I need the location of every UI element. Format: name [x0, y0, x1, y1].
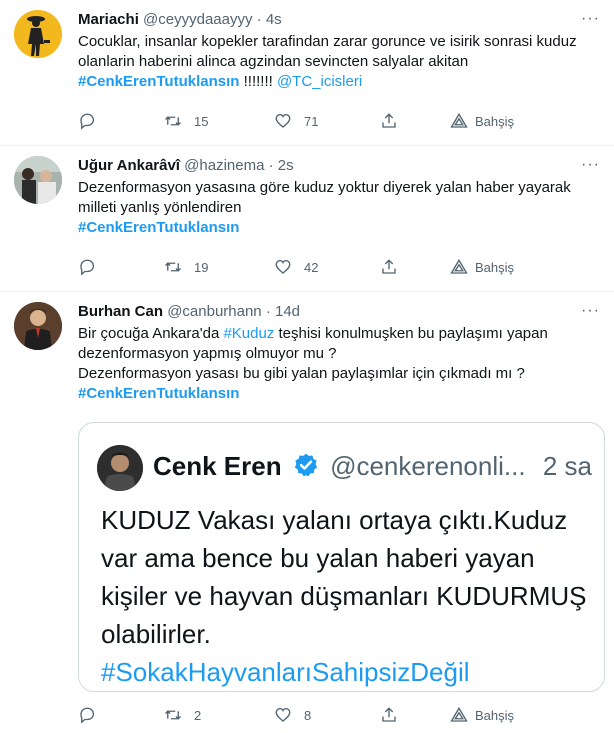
- tip-label: Bahşiş: [475, 259, 515, 275]
- avatar-silhouette-icon: [14, 10, 62, 58]
- share-icon: [382, 113, 396, 128]
- tweet-header: Mariachi @ceyyydaaayyy · 4s: [78, 10, 600, 30]
- tweet-body-a: Bir çocuğa Ankara'da: [78, 325, 224, 342]
- more-options-icon[interactable]: ···: [581, 10, 600, 28]
- action-bar: 15 71 Bahşiş: [78, 112, 600, 132]
- avatar-photo-icon: [14, 156, 62, 204]
- hashtag-link[interactable]: #CenkErenTutuklansın: [78, 219, 239, 236]
- reply-button[interactable]: [78, 706, 96, 724]
- tweet-body: Cocuklar, insanlar kopekler tarafindan z…: [78, 33, 577, 70]
- action-bar: 19 42 Bahşiş: [78, 258, 600, 278]
- like-count: 71: [304, 113, 319, 129]
- tweet-body: Dezenformasyon yasasına göre kuduz yoktu…: [78, 179, 571, 216]
- reply-icon: [80, 707, 95, 724]
- tip-button[interactable]: Bahşiş: [450, 112, 514, 130]
- timestamp[interactable]: 14d: [275, 303, 300, 320]
- retweet-button[interactable]: 19: [164, 258, 208, 276]
- tweet-body-c: Dezenformasyon yasası bu gibi yalan payl…: [78, 365, 525, 382]
- tweet-3[interactable]: Burhan Can @canburhann · 14d ··· Bir çoc…: [0, 292, 614, 733]
- heart-icon: [275, 259, 291, 274]
- author-name[interactable]: Mariachi: [78, 11, 139, 28]
- avatar[interactable]: [14, 302, 62, 350]
- quoted-author-handle: @cenkerenonli...: [330, 451, 526, 481]
- tip-jar-icon: [450, 112, 468, 128]
- share-icon: [382, 259, 396, 274]
- retweet-button[interactable]: 15: [164, 112, 208, 130]
- author-name[interactable]: Burhan Can: [78, 303, 163, 320]
- share-icon: [382, 707, 396, 722]
- share-button[interactable]: [380, 112, 398, 130]
- like-count: 42: [304, 259, 319, 275]
- tweet-text: Cocuklar, insanlar kopekler tarafindan z…: [78, 32, 600, 92]
- separator-dot: ·: [265, 303, 271, 320]
- like-button[interactable]: 8: [274, 706, 311, 724]
- share-button[interactable]: [380, 258, 398, 276]
- tip-button[interactable]: Bahşiş: [450, 706, 514, 724]
- timestamp[interactable]: 2s: [278, 157, 294, 174]
- tip-jar-icon: [450, 706, 468, 722]
- tweet-header: Uğur Ankarâvî @hazinema · 2s: [78, 156, 600, 176]
- quoted-hashtag: #SokakHayvanlarıSahipsizDeğil: [101, 657, 470, 687]
- separator-dot: ·: [256, 11, 262, 28]
- retweet-count: 2: [194, 707, 202, 723]
- reply-icon: [80, 259, 95, 276]
- quoted-body: KUDUZ Vakası yalanı ortaya çıktı.Kuduz v…: [101, 505, 587, 649]
- tip-button[interactable]: Bahşiş: [450, 258, 514, 276]
- quoted-author-name: Cenk Eren: [153, 451, 282, 481]
- heart-icon: [275, 707, 291, 722]
- reply-icon: [80, 113, 95, 130]
- like-button[interactable]: 71: [274, 112, 318, 130]
- author-handle[interactable]: @hazinema: [184, 157, 264, 174]
- more-options-icon[interactable]: ···: [581, 156, 600, 174]
- tweet-text: Bir çocuğa Ankara'da #Kuduz teşhisi konu…: [78, 324, 600, 404]
- hashtag-link-inline[interactable]: #Kuduz: [223, 325, 274, 342]
- tweet-header: Burhan Can @canburhann · 14d: [78, 302, 600, 322]
- quoted-avatar: [97, 445, 143, 491]
- avatar[interactable]: [14, 156, 62, 204]
- quoted-header: Cenk Eren @cenkerenonli... 2 sa: [153, 451, 592, 481]
- tip-jar-icon: [450, 258, 468, 274]
- avatar-character-icon: [14, 302, 62, 350]
- quoted-tweet-card[interactable]: Cenk Eren @cenkerenonli... 2 sa KUDUZ Va…: [78, 422, 605, 692]
- quoted-avatar-photo-icon: [97, 445, 143, 491]
- exclamations: !!!!!!!: [239, 73, 277, 90]
- hashtag-link[interactable]: #CenkErenTutuklansın: [78, 73, 239, 90]
- share-button[interactable]: [380, 706, 398, 724]
- verified-badge-icon: [294, 453, 318, 477]
- retweet-count: 15: [194, 113, 209, 129]
- tip-label: Bahşiş: [475, 113, 515, 129]
- more-options-icon[interactable]: ···: [581, 302, 600, 320]
- tweet-2[interactable]: Uğur Ankarâvî @hazinema · 2s ··· Dezenfo…: [0, 146, 614, 292]
- like-button[interactable]: 42: [274, 258, 318, 276]
- tweet-text: Dezenformasyon yasasına göre kuduz yoktu…: [78, 178, 600, 238]
- tip-label: Bahşiş: [475, 707, 515, 723]
- retweet-icon: [165, 262, 181, 272]
- hashtag-link[interactable]: #CenkErenTutuklansın: [78, 385, 239, 402]
- heart-icon: [275, 113, 291, 128]
- author-handle[interactable]: @canburhann: [167, 303, 261, 320]
- avatar[interactable]: [14, 10, 62, 58]
- tweet-1[interactable]: Mariachi @ceyyydaaayyy · 4s ··· Cocuklar…: [0, 0, 614, 146]
- author-name[interactable]: Uğur Ankarâvî: [78, 157, 180, 174]
- quoted-timestamp: 2 sa: [542, 451, 592, 481]
- reply-button[interactable]: [78, 258, 96, 276]
- retweet-count: 19: [194, 259, 209, 275]
- separator-dot: ·: [268, 157, 274, 174]
- retweet-icon: [165, 116, 181, 126]
- author-handle[interactable]: @ceyyydaaayyy: [143, 11, 252, 28]
- reply-button[interactable]: [78, 112, 96, 130]
- mention-link[interactable]: @TC_icisleri: [277, 73, 362, 90]
- retweet-icon: [165, 710, 181, 720]
- retweet-button[interactable]: 2: [164, 706, 201, 724]
- quoted-text: KUDUZ Vakası yalanı ortaya çıktı.Kuduz v…: [101, 501, 594, 691]
- action-bar: 2 8 Bahşiş: [78, 706, 600, 726]
- like-count: 8: [304, 707, 312, 723]
- timestamp[interactable]: 4s: [266, 11, 282, 28]
